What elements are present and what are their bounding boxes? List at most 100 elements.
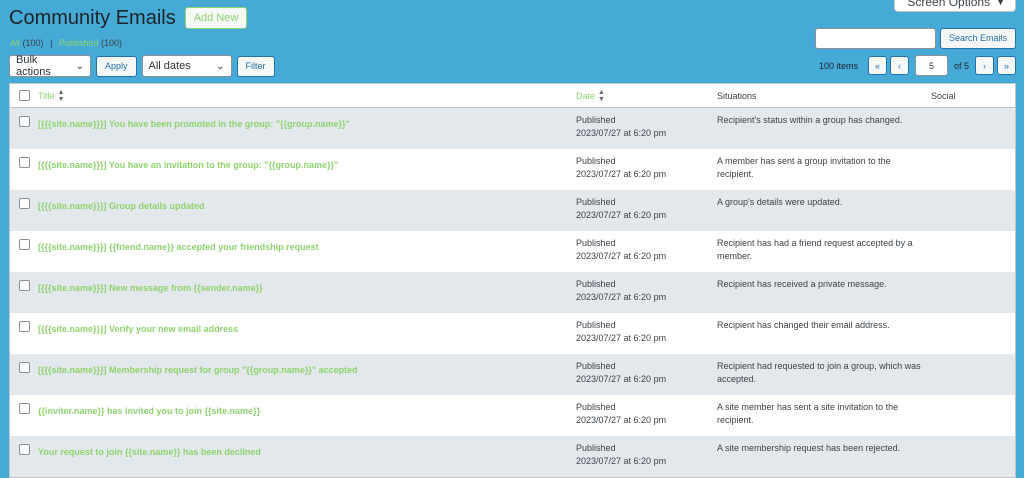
row-status: Published <box>576 443 616 453</box>
view-all-link[interactable]: All <box>10 38 20 48</box>
row-situation: A group's details were updated. <box>717 197 843 207</box>
select-all-checkbox[interactable] <box>18 90 30 101</box>
dates-filter-value: All dates <box>148 60 191 72</box>
row-status: Published <box>576 238 616 248</box>
title-column-label[interactable]: Title <box>38 91 55 101</box>
email-title-link[interactable]: [{{{site.name}}}] New message from {{sen… <box>38 283 263 293</box>
row-date: 2023/07/27 at 6:20 pm <box>576 456 667 466</box>
row-situation: A site membership request has been rejec… <box>717 443 901 453</box>
current-page-input[interactable]: 5 <box>914 55 948 76</box>
date-column-header[interactable]: Date ▲ ▼ <box>576 89 717 103</box>
row-date-cell: Published 2023/07/27 at 6:20 pm <box>576 442 717 468</box>
bulk-actions-value: Bulk actions <box>16 54 51 78</box>
row-date: 2023/07/27 at 6:20 pm <box>576 333 667 343</box>
table-header: Title ▲ ▼ Date ▲ ▼ Situations Social <box>10 84 1015 108</box>
row-title-cell: [{{{site.name}}}] You have been promoted… <box>38 115 576 130</box>
row-situation: Recipient's status within a group has ch… <box>717 115 903 125</box>
row-status: Published <box>576 402 616 412</box>
view-all-count: (100) <box>22 38 44 48</box>
situations-column-label: Situations <box>717 90 757 101</box>
screen-options-label: Screen Options <box>907 0 991 9</box>
view-separator: | <box>50 38 53 48</box>
table-row: [{{{site.name}}}] Group details updated … <box>10 190 1015 231</box>
row-title-cell: [{{{site.name}}}] You have an invitation… <box>38 156 576 171</box>
row-checkbox-cell <box>10 402 38 414</box>
row-checkbox-cell <box>10 320 38 332</box>
row-checkbox[interactable] <box>18 238 30 250</box>
row-title-cell: [{{{site.name}}}] Group details updated <box>38 197 576 212</box>
emails-table: Title ▲ ▼ Date ▲ ▼ Situations Social [{{{s… <box>9 83 1016 478</box>
row-date-cell: Published 2023/07/27 at 6:20 pm <box>576 319 717 345</box>
sort-arrows-icon: ▲ ▼ <box>57 88 65 103</box>
row-checkbox[interactable] <box>18 115 30 127</box>
row-checkbox[interactable] <box>18 197 30 209</box>
row-situation: A site member has sent a site invitation… <box>717 402 899 425</box>
table-row: [{{{site.name}}}] Verify your new email … <box>10 313 1015 354</box>
social-column-label: Social <box>931 90 956 101</box>
row-situation: A member has sent a group invitation to … <box>717 156 891 179</box>
title-column-header[interactable]: Title ▲ ▼ <box>38 89 576 103</box>
table-row: [{{{site.name}}}] You have an invitation… <box>10 149 1015 190</box>
email-title-link[interactable]: {{inviter.name}} has invited you to join… <box>38 406 260 416</box>
row-date: 2023/07/27 at 6:20 pm <box>576 169 667 179</box>
email-title-link[interactable]: [{{{site.name}}}] Membership request for… <box>38 365 358 375</box>
row-checkbox[interactable] <box>18 320 30 332</box>
row-date: 2023/07/27 at 6:20 pm <box>576 210 667 220</box>
first-page-button[interactable]: « <box>867 56 887 75</box>
row-date: 2023/07/27 at 6:20 pm <box>576 374 667 384</box>
row-status: Published <box>576 361 616 371</box>
date-column-label[interactable]: Date <box>576 91 595 101</box>
status-views: All (100) | Published (100) <box>10 38 122 48</box>
next-page-button[interactable]: › <box>975 56 994 75</box>
dates-filter-select[interactable]: All dates ⌄ <box>141 55 232 77</box>
email-title-link[interactable]: [{{{site.name}}}] Verify your new email … <box>38 324 238 334</box>
page-title: Community Emails <box>9 7 176 29</box>
row-checkbox[interactable] <box>18 156 30 168</box>
select-all-cell <box>10 90 38 101</box>
email-title-link[interactable]: [{{{site.name}}}] You have an invitation… <box>38 160 338 170</box>
row-status: Published <box>576 156 616 166</box>
row-situation: Recipient had requested to join a group,… <box>717 361 921 384</box>
screen-options-button[interactable]: Screen Options ▼ <box>894 0 1016 12</box>
row-date-cell: Published 2023/07/27 at 6:20 pm <box>576 155 717 181</box>
row-date-cell: Published 2023/07/27 at 6:20 pm <box>576 278 717 304</box>
email-title-link[interactable]: Your request to join {{site.name}} has b… <box>38 447 261 457</box>
last-page-button[interactable]: » <box>997 56 1016 75</box>
row-checkbox[interactable] <box>18 402 30 414</box>
table-nav-actions: Bulk actions ⌄ Apply All dates ⌄ Filter <box>9 54 275 78</box>
table-row: [{{{site.name}}}] {{friend.name}} accept… <box>10 231 1015 272</box>
caret-down-icon: ▼ <box>996 0 1005 7</box>
page-header: Community Emails Add New <box>9 7 248 29</box>
table-row: [{{{site.name}}}] Membership request for… <box>10 354 1015 395</box>
email-title-link[interactable]: [{{{site.name}}}] Group details updated <box>38 201 205 211</box>
search-box: Search Emails <box>814 28 1016 49</box>
table-row: [{{{site.name}}}] You have been promoted… <box>10 108 1015 149</box>
row-checkbox-cell <box>10 197 38 209</box>
row-date-cell: Published 2023/07/27 at 6:20 pm <box>576 401 717 427</box>
view-published-link[interactable]: Published <box>59 38 99 48</box>
row-status: Published <box>576 279 616 289</box>
bulk-actions-select[interactable]: Bulk actions ⌄ <box>9 54 91 78</box>
prev-page-button[interactable]: ‹ <box>889 56 909 75</box>
row-checkbox[interactable] <box>18 279 30 291</box>
row-title-cell: [{{{site.name}}}] New message from {{sen… <box>38 279 576 294</box>
row-situation: Recipient has received a private message… <box>717 279 887 289</box>
row-date: 2023/07/27 at 6:20 pm <box>576 415 667 425</box>
sort-arrows-icon: ▲ ▼ <box>598 88 605 103</box>
apply-button[interactable]: Apply <box>96 55 137 77</box>
add-new-button[interactable]: Add New <box>184 7 248 29</box>
row-date-cell: Published 2023/07/27 at 6:20 pm <box>576 114 717 140</box>
search-input[interactable] <box>814 28 936 49</box>
row-title-cell: {{inviter.name}} has invited you to join… <box>38 402 576 417</box>
total-pages: of 5 <box>953 60 969 71</box>
email-title-link[interactable]: [{{{site.name}}}] You have been promoted… <box>38 119 350 129</box>
row-checkbox[interactable] <box>18 361 30 373</box>
row-situation: Recipient has changed their email addres… <box>717 320 890 330</box>
row-date-cell: Published 2023/07/27 at 6:20 pm <box>576 237 717 263</box>
filter-button[interactable]: Filter <box>236 55 275 77</box>
row-checkbox[interactable] <box>18 443 30 455</box>
chevron-down-icon: ⌄ <box>75 60 84 72</box>
email-title-link[interactable]: [{{{site.name}}}] {{friend.name}} accept… <box>38 242 319 252</box>
search-emails-button[interactable]: Search Emails <box>939 28 1016 49</box>
row-title-cell: [{{{site.name}}}] {{friend.name}} accept… <box>38 238 576 253</box>
